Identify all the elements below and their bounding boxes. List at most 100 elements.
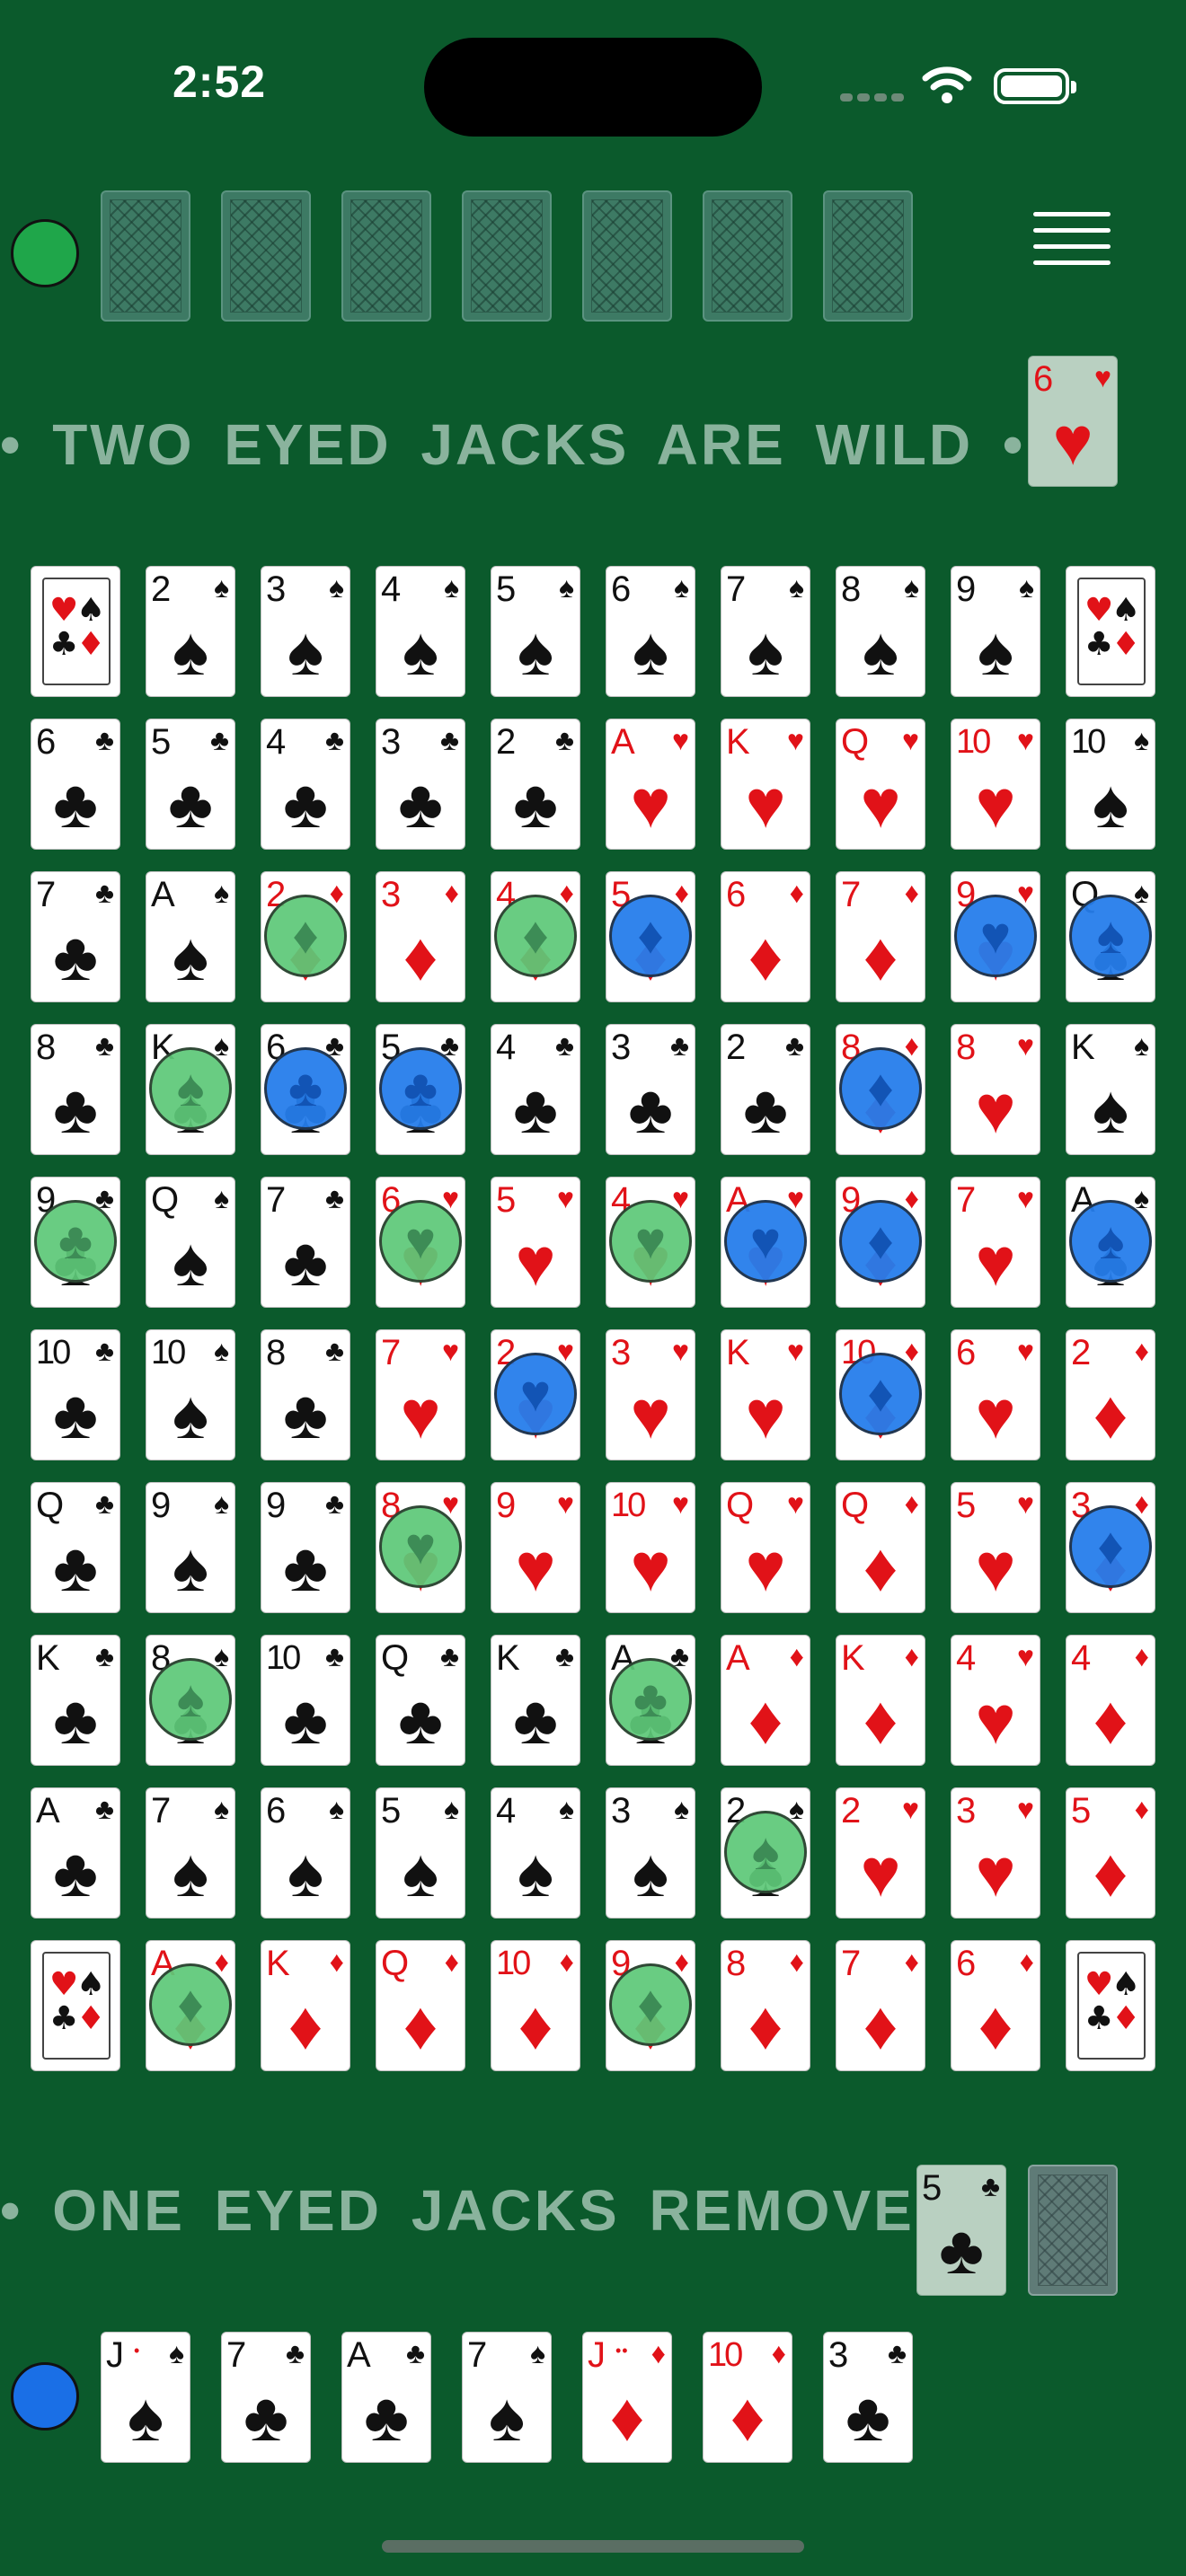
board-card[interactable]: 7 ♦ ♦ [836, 1940, 925, 2071]
board-card[interactable]: 6 ♠ ♠ [606, 566, 695, 697]
board-card[interactable]: K ♠♠ [1066, 1024, 1155, 1155]
board-card[interactable]: Q ♦ ♦ [376, 1940, 465, 2071]
blue-chip[interactable]: ♦ [839, 1353, 922, 1435]
board-card[interactable]: 8 ♣ ♣ [31, 1024, 120, 1155]
board-card[interactable]: 5♦♦ [1066, 1787, 1155, 1919]
board-card[interactable]: Q ♣ ♣ [376, 1635, 465, 1766]
board-card[interactable]: 5♣♣ [146, 719, 235, 850]
board-card[interactable]: A♥♥ [606, 719, 695, 850]
board-card[interactable]: Q♠♠ [146, 1177, 235, 1308]
board-card[interactable]: K ♥ ♥ [721, 1329, 810, 1460]
board-card[interactable]: 3 ♠ ♠ [261, 566, 350, 697]
board-card[interactable]: 7 ♣ ♣ [31, 871, 120, 1002]
board-card[interactable]: 3♦♦ [376, 871, 465, 1002]
green-chip[interactable]: ♣ [34, 1200, 117, 1283]
board-card[interactable]: 5 ♠ ♠ [491, 566, 580, 697]
player-hand-card[interactable]: 10 ♦ ♦ [703, 2332, 792, 2463]
green-chip[interactable]: ♦ [149, 1963, 232, 2046]
board-card[interactable]: 3 ♣ ♣ [376, 719, 465, 850]
blue-chip[interactable]: ♦ [609, 895, 692, 977]
player-hand-card[interactable]: 3 ♣ ♣ [823, 2332, 913, 2463]
board-card[interactable]: K ♣ ♣ [31, 1635, 120, 1766]
board-card[interactable]: 2 ♣ ♣ [721, 1024, 810, 1155]
board-card[interactable]: 4 ♠ ♠ [491, 1787, 580, 1919]
board-card[interactable]: 10 ♥ ♥ [606, 1482, 695, 1613]
board-card[interactable]: 3 ♥ ♥ [951, 1787, 1040, 1919]
board-card[interactable]: Q ♦ ♦ [836, 1482, 925, 1613]
board-card[interactable]: 7 ♥ ♥ [951, 1177, 1040, 1308]
board-card[interactable]: 9 ♥♥ [491, 1482, 580, 1613]
board-card[interactable]: 10 ♥ ♥ [951, 719, 1040, 850]
green-chip[interactable]: ♥ [379, 1200, 462, 1283]
board-card[interactable]: 4♥♥ [951, 1635, 1040, 1766]
board-card[interactable]: 2♦♦ [1066, 1329, 1155, 1460]
board-card[interactable]: 9 ♠ ♠ [146, 1482, 235, 1613]
top-discard-card-face[interactable]: 6 ♥ ♥ [1028, 356, 1118, 487]
blue-chip[interactable]: ♣ [264, 1047, 347, 1130]
blue-chip[interactable]: ♣ [379, 1047, 462, 1130]
player-hand-card[interactable]: 7 ♣ ♣ [221, 2332, 311, 2463]
green-chip[interactable]: ♦ [264, 895, 347, 977]
green-chip[interactable]: ♠ [149, 1047, 232, 1130]
blue-chip[interactable]: ♥ [954, 895, 1037, 977]
board-card[interactable]: 6 ♦ ♦ [951, 1940, 1040, 2071]
board-card[interactable]: Q ♣ ♣ [31, 1482, 120, 1613]
board-card[interactable]: 5 ♠ ♠ [376, 1787, 465, 1919]
green-chip[interactable]: ♥ [609, 1200, 692, 1283]
board-card[interactable]: 8 ♣ ♣ [261, 1329, 350, 1460]
board-card[interactable]: 7 ♠ ♠ [721, 566, 810, 697]
board-card[interactable]: 4♦♦ [1066, 1635, 1155, 1766]
board-card[interactable]: 5 ♥ ♥ [491, 1177, 580, 1308]
player-hand-card[interactable]: J ♦ ♦ •• [582, 2332, 672, 2463]
board-card[interactable]: 2 ♣ ♣ [491, 719, 580, 850]
free-corner-card[interactable]: ♥ ♠ ♣ ♦ [31, 1940, 120, 2071]
board-card[interactable]: 3 ♣ ♣ [606, 1024, 695, 1155]
board-card[interactable]: A♦♦ [721, 1635, 810, 1766]
player-hand-card[interactable]: A ♣ ♣ [341, 2332, 431, 2463]
board-card[interactable]: A ♠♠ [146, 871, 235, 1002]
board-card[interactable]: 10 ♣ ♣ [261, 1635, 350, 1766]
board-card[interactable]: 6 ♦ ♦ [721, 871, 810, 1002]
board-card[interactable]: K ♥ ♥ [721, 719, 810, 850]
bottom-discard-card-face[interactable]: 5 ♣ ♣ [916, 2165, 1006, 2296]
board-card[interactable]: 8♦♦ [721, 1940, 810, 2071]
board-card[interactable]: 4 ♣ ♣ [491, 1024, 580, 1155]
home-indicator[interactable] [382, 2540, 804, 2553]
board-card[interactable]: 8 ♥♥ [951, 1024, 1040, 1155]
free-corner-card[interactable]: ♥ ♠ ♣ ♦ [31, 566, 120, 697]
board-card[interactable]: 5 ♥ ♥ [951, 1482, 1040, 1613]
board-card[interactable]: 6 ♠ ♠ [261, 1787, 350, 1919]
green-chip[interactable]: ♠ [724, 1811, 807, 1893]
board-card[interactable]: 3 ♥ ♥ [606, 1329, 695, 1460]
board-card[interactable]: 6♣♣ [31, 719, 120, 850]
board-card[interactable]: 2♠♠ [146, 566, 235, 697]
board-card[interactable]: 4 ♠ ♠ [376, 566, 465, 697]
board-card[interactable]: K ♦ ♦ [836, 1635, 925, 1766]
green-chip[interactable]: ♠ [149, 1658, 232, 1741]
board-card[interactable]: 7 ♦ ♦ [836, 871, 925, 1002]
green-chip[interactable]: ♦ [494, 895, 577, 977]
board-card[interactable]: 10 ♣ ♣ [31, 1329, 120, 1460]
free-corner-card[interactable]: ♥ ♠ ♣ ♦ [1066, 1940, 1155, 2071]
board-card[interactable]: K ♦ ♦ [261, 1940, 350, 2071]
player-hand-card[interactable]: J ♠ ♠ • [101, 2332, 190, 2463]
board-card[interactable]: 2♥♥ [836, 1787, 925, 1919]
board-card[interactable]: 10 ♠ ♠ [146, 1329, 235, 1460]
blue-chip[interactable]: ♦ [839, 1047, 922, 1130]
blue-chip[interactable]: ♥ [494, 1353, 577, 1435]
board-card[interactable]: 10 ♠ ♠ [1066, 719, 1155, 850]
board-card[interactable]: 3 ♠ ♠ [606, 1787, 695, 1919]
blue-chip[interactable]: ♠ [1069, 1200, 1152, 1283]
green-chip[interactable]: ♥ [379, 1505, 462, 1588]
board-card[interactable]: Q ♥ ♥ [721, 1482, 810, 1613]
player-hand-card[interactable]: 7 ♠ ♠ [462, 2332, 552, 2463]
board-card[interactable]: 9 ♣ ♣ [261, 1482, 350, 1613]
blue-chip[interactable]: ♠ [1069, 895, 1152, 977]
board-card[interactable]: 10 ♦♦ [491, 1940, 580, 2071]
green-chip[interactable]: ♣ [609, 1658, 692, 1741]
board-card[interactable]: A♣♣ [31, 1787, 120, 1919]
hamburger-menu-icon[interactable] [1033, 212, 1111, 278]
board-card[interactable]: 8♠♠ [836, 566, 925, 697]
board-card[interactable]: K ♣ ♣ [491, 1635, 580, 1766]
blue-chip[interactable]: ♥ [724, 1200, 807, 1283]
